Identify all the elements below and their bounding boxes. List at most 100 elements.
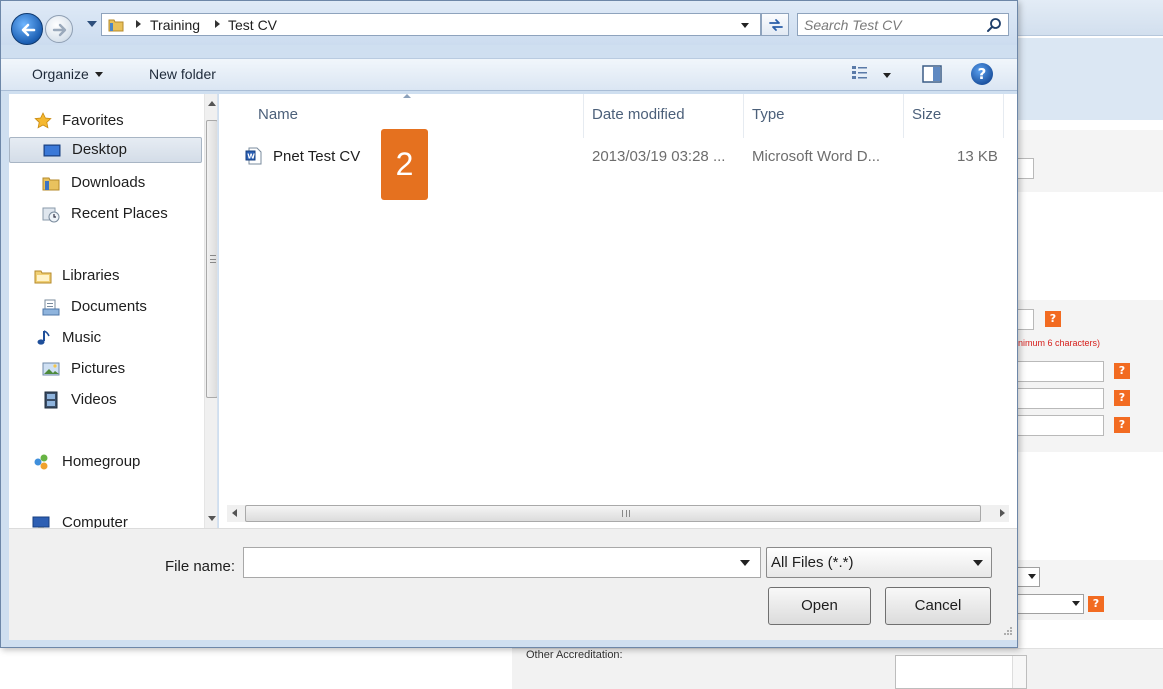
- background-help-icon[interactable]: ?: [1045, 311, 1061, 327]
- nav-downloads[interactable]: Downloads: [9, 170, 202, 196]
- chevron-down-icon: [973, 560, 983, 566]
- sort-ascending-icon: [403, 94, 411, 98]
- background-input[interactable]: [1016, 415, 1104, 436]
- column-divider[interactable]: [1003, 94, 1004, 138]
- libraries-icon: [34, 270, 52, 284]
- chevron-down-icon: [883, 73, 891, 78]
- downloads-folder-icon: [42, 177, 60, 191]
- step-number-badge: 2: [381, 129, 428, 200]
- background-help-icon[interactable]: ?: [1088, 596, 1104, 612]
- nav-pictures-label: Pictures: [71, 360, 126, 377]
- nav-downloads-label: Downloads: [71, 174, 146, 191]
- column-divider[interactable]: [743, 94, 744, 138]
- preview-pane-button[interactable]: [921, 64, 943, 84]
- background-input[interactable]: [1016, 309, 1034, 330]
- column-header-size[interactable]: Size: [912, 106, 941, 123]
- background-help-icon[interactable]: ?: [1114, 417, 1130, 433]
- search-icon[interactable]: [986, 17, 1002, 33]
- nav-favorites[interactable]: Favorites: [9, 108, 202, 134]
- column-header-type[interactable]: Type: [752, 106, 785, 123]
- breadcrumb-separator-icon: [136, 20, 141, 28]
- scrollbar-thumb[interactable]: [245, 505, 981, 522]
- resize-grip-icon[interactable]: [1003, 626, 1013, 636]
- chevron-down-icon[interactable]: [740, 560, 750, 566]
- nav-documents[interactable]: Documents: [9, 294, 202, 320]
- organize-button[interactable]: Organize: [32, 66, 103, 82]
- back-arrow-icon: [21, 23, 36, 37]
- nav-computer[interactable]: Computer: [9, 510, 202, 528]
- nav-homegroup[interactable]: Homegroup: [9, 449, 202, 475]
- password-hint-text: inimum 6 characters): [1016, 338, 1101, 348]
- column-header-date-modified[interactable]: Date modified: [592, 106, 685, 123]
- refresh-button[interactable]: [761, 13, 789, 36]
- star-icon: [34, 112, 52, 129]
- file-list-pane: Name Date modified Type Size W Pnet Test…: [219, 94, 1017, 528]
- background-input[interactable]: [1016, 361, 1104, 382]
- background-input[interactable]: [1016, 388, 1104, 409]
- column-header-name[interactable]: Name: [258, 106, 298, 123]
- scroll-up-icon[interactable]: [208, 101, 216, 106]
- preview-pane-icon: [922, 65, 942, 83]
- desktop-icon: [43, 144, 61, 157]
- file-row[interactable]: W Pnet Test CV 2013/03/19 03:28 ... Micr…: [219, 142, 1017, 170]
- column-divider[interactable]: [903, 94, 904, 138]
- forward-button[interactable]: [45, 15, 73, 43]
- background-top-bar: [1018, 0, 1163, 36]
- file-list-horizontal-scrollbar[interactable]: [219, 500, 1017, 528]
- search-box[interactable]: [797, 13, 1009, 36]
- open-button[interactable]: Open: [768, 587, 871, 625]
- file-name-combobox[interactable]: [243, 547, 761, 578]
- nav-favorites-label: Favorites: [62, 112, 124, 129]
- background-help-icon[interactable]: ?: [1114, 390, 1130, 406]
- file-name-input[interactable]: [248, 552, 728, 574]
- music-icon: [37, 330, 50, 345]
- grip-icon: [622, 510, 630, 517]
- other-accreditation-textarea[interactable]: [895, 655, 1027, 689]
- scroll-right-icon[interactable]: [1000, 509, 1005, 517]
- navigation-pane: Favorites Desktop Downloads Recent Place…: [9, 94, 218, 528]
- nav-homegroup-label: Homegroup: [62, 453, 141, 470]
- new-folder-button[interactable]: New folder: [149, 66, 216, 82]
- scroll-left-icon[interactable]: [232, 509, 237, 517]
- dialog-footer: File name: All Files (*.*) Open Cancel: [9, 528, 1017, 640]
- column-divider[interactable]: [583, 94, 584, 138]
- address-bar[interactable]: Training Test CV: [101, 13, 761, 36]
- background-select[interactable]: [1016, 594, 1084, 614]
- nav-desktop[interactable]: Desktop: [9, 137, 202, 163]
- chevron-down-icon: [94, 72, 103, 77]
- navigation-scrollbar[interactable]: [204, 94, 217, 528]
- back-button[interactable]: [11, 13, 43, 45]
- nav-documents-label: Documents: [71, 298, 147, 315]
- scroll-down-icon[interactable]: [208, 516, 216, 521]
- refresh-icon: [769, 19, 783, 31]
- background-input[interactable]: [1016, 158, 1034, 179]
- documents-icon: [42, 299, 60, 316]
- nav-videos[interactable]: Videos: [9, 387, 202, 413]
- folder-icon: [108, 19, 124, 32]
- change-view-button[interactable]: [851, 65, 891, 85]
- address-dropdown-icon[interactable]: [741, 23, 749, 28]
- background-help-icon[interactable]: ?: [1114, 363, 1130, 379]
- file-type-select[interactable]: All Files (*.*): [766, 547, 992, 578]
- chevron-down-icon: [1072, 601, 1080, 606]
- scrollbar-thumb[interactable]: [206, 120, 217, 398]
- file-open-dialog: Training Test CV Organize New folder ? F…: [0, 0, 1018, 648]
- file-date-modified: 2013/03/19 03:28 ...: [592, 148, 726, 165]
- other-accreditation-label: Other Accreditation:: [526, 649, 623, 661]
- nav-pictures[interactable]: Pictures: [9, 356, 202, 382]
- help-button[interactable]: ?: [971, 63, 993, 85]
- breadcrumb-test-cv[interactable]: Test CV: [228, 17, 277, 33]
- search-input[interactable]: [804, 16, 974, 34]
- nav-recent-places[interactable]: Recent Places: [9, 201, 202, 227]
- address-row: Training Test CV: [1, 1, 1017, 45]
- nav-recent-places-label: Recent Places: [71, 205, 168, 222]
- background-select[interactable]: [1016, 567, 1040, 587]
- computer-icon: [32, 516, 50, 528]
- nav-music[interactable]: Music: [9, 325, 202, 351]
- breadcrumb-training[interactable]: Training: [150, 17, 200, 33]
- textarea-scrollbar[interactable]: [1012, 656, 1026, 688]
- nav-libraries[interactable]: Libraries: [9, 263, 202, 289]
- file-size: 13 KB: [957, 148, 998, 165]
- cancel-button[interactable]: Cancel: [885, 587, 991, 625]
- recent-pages-dropdown-icon[interactable]: [87, 21, 97, 27]
